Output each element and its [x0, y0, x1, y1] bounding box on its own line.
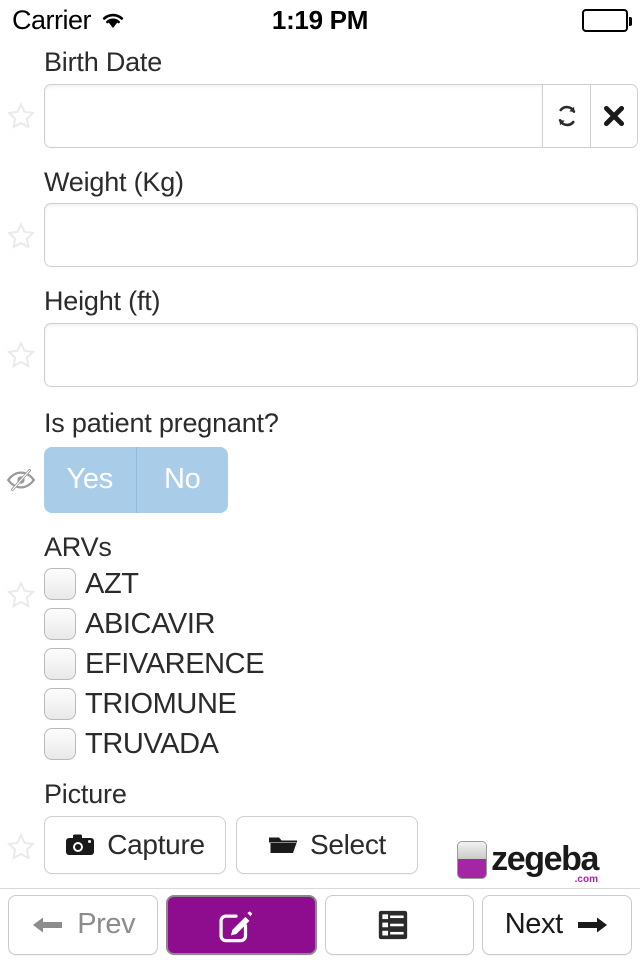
field-label: ARVs — [44, 531, 112, 562]
arvs-checkbox-list: AZT ABICAVIR EFIVARENCE TRIOMUNE TRUVADA — [44, 564, 640, 764]
zegeba-logo-suffix: .com — [574, 874, 598, 885]
field-label: Height (ft) — [44, 286, 161, 317]
checkbox-label: ABICAVIR — [85, 607, 216, 640]
capture-button-label: Capture — [107, 829, 205, 861]
list-item[interactable]: TRIOMUNE — [44, 684, 640, 724]
bottom-navigation-bar: Prev Next — [0, 888, 640, 960]
checkbox-label: TRUVADA — [85, 727, 219, 760]
list-item[interactable]: ABICAVIR — [44, 604, 640, 644]
birth-date-input[interactable] — [44, 83, 542, 148]
height-input-wrap — [44, 323, 638, 388]
star-icon — [4, 323, 38, 387]
checkbox-label: EFIVARENCE — [85, 647, 265, 680]
edit-button[interactable] — [166, 894, 317, 955]
list-icon — [379, 910, 408, 939]
zegeba-mark-icon — [457, 840, 488, 879]
checkbox-triomune[interactable] — [44, 688, 76, 721]
camera-icon — [66, 834, 95, 856]
eye-slash-icon — [4, 447, 38, 513]
select-button[interactable]: Select — [236, 816, 418, 875]
field-label: Birth Date — [44, 47, 163, 77]
list-item[interactable]: AZT — [44, 564, 640, 604]
list-button[interactable] — [325, 894, 474, 955]
pregnant-option-no[interactable]: No — [135, 446, 228, 513]
checkbox-abicavir[interactable] — [44, 608, 76, 641]
compose-icon — [219, 910, 252, 942]
clear-icon[interactable] — [590, 83, 638, 148]
field-birth-date: Birth Date — [0, 47, 640, 148]
star-icon — [4, 84, 38, 148]
field-label: Weight (Kg) — [44, 166, 184, 197]
checkbox-label: TRIOMUNE — [85, 687, 237, 720]
field-label: Is patient pregnant? — [44, 408, 279, 439]
pregnant-option-yes[interactable]: Yes — [44, 446, 136, 513]
folder-icon — [268, 837, 297, 854]
field-height: Height (ft) — [0, 286, 640, 388]
field-pregnant: Is patient pregnant? Yes No — [0, 408, 640, 513]
carrier-label: Carrier — [12, 4, 92, 35]
prev-button[interactable]: Prev — [8, 894, 159, 955]
checkbox-efivarence[interactable] — [44, 648, 76, 681]
star-icon — [4, 575, 38, 615]
select-button-label: Select — [309, 829, 387, 861]
checkbox-label: AZT — [85, 567, 139, 600]
status-bar-left: Carrier — [12, 5, 127, 36]
checkbox-azt[interactable] — [44, 568, 76, 601]
weight-input-wrap — [44, 203, 638, 268]
pregnant-segmented-control: Yes No — [44, 446, 228, 513]
status-bar: Carrier 1:19 PM — [0, 0, 640, 40]
height-input[interactable] — [44, 323, 638, 388]
arrow-right-icon — [577, 917, 607, 932]
status-bar-right — [582, 8, 632, 32]
birth-date-input-group — [44, 83, 638, 148]
wifi-icon — [99, 7, 127, 34]
star-icon — [4, 818, 38, 876]
app-screen: Carrier 1:19 PM Birth Date Weight (Kg) H… — [0, 0, 640, 960]
star-icon — [4, 204, 38, 268]
next-button[interactable]: Next — [481, 894, 632, 955]
zegeba-logo: zegeba .com — [457, 840, 599, 885]
battery-full-icon — [582, 8, 632, 32]
next-button-label: Next — [504, 908, 563, 940]
checkbox-truvada[interactable] — [44, 728, 76, 761]
form-area: Birth Date Weight (Kg) Height (ft) Is pa… — [0, 47, 640, 876]
capture-button[interactable]: Capture — [44, 816, 226, 875]
list-item[interactable]: EFIVARENCE — [44, 644, 640, 684]
weight-input[interactable] — [44, 203, 638, 268]
field-label: Picture — [44, 779, 127, 810]
field-arvs: ARVs AZT ABICAVIR EFIVARENCE TRIOMUNE TR… — [0, 531, 640, 765]
field-weight: Weight (Kg) — [0, 166, 640, 268]
arrow-left-icon — [33, 917, 63, 932]
refresh-icon[interactable] — [542, 83, 590, 148]
list-item[interactable]: TRUVADA — [44, 724, 640, 764]
prev-button-label: Prev — [77, 908, 136, 940]
